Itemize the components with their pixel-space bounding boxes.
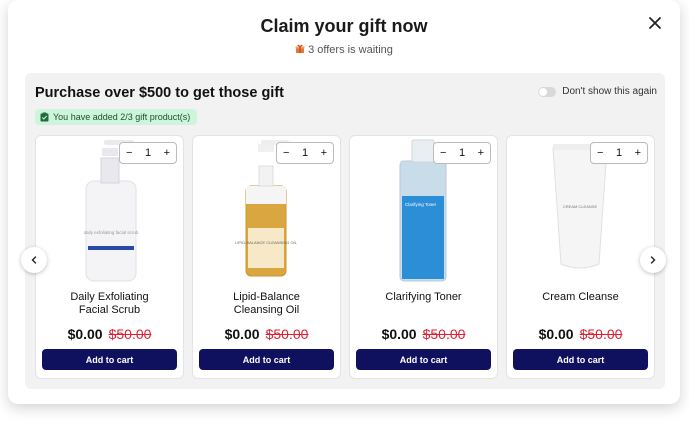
product-name: Daily Exfoliating Facial Scrub [36, 291, 183, 317]
product-name: Clarifying Toner [350, 291, 497, 304]
quantity-value: 1 [615, 147, 623, 159]
chevron-right-icon [650, 256, 656, 264]
quantity-stepper[interactable]: − 1 + [590, 142, 648, 164]
price-row: $0.00 $50.00 [350, 326, 497, 342]
product-name: Lipid-Balance Cleansing Oil [193, 291, 340, 317]
increment-button[interactable]: + [164, 147, 170, 159]
quantity-value: 1 [301, 147, 309, 159]
gift-icon [295, 44, 305, 53]
panel-heading: Purchase over $500 to get those gift [35, 85, 284, 101]
clipboard-check-icon [40, 112, 49, 122]
original-price: $50.00 [265, 326, 309, 342]
close-icon[interactable] [646, 14, 664, 32]
product-name-line2: Facial Scrub [78, 304, 141, 316]
product-name-line1: Cream Cleanse [542, 291, 619, 303]
decrement-button[interactable]: − [283, 147, 289, 159]
bottle-label: CREAM CLEANSE [563, 204, 598, 209]
add-to-cart-button[interactable]: Add to cart [199, 349, 334, 370]
product-card: daily exfoliating facial scrub − 1 + Dai… [35, 135, 184, 379]
add-to-cart-button[interactable]: Add to cart [42, 349, 177, 370]
add-to-cart-button[interactable]: Add to cart [513, 349, 648, 370]
product-card: CREAM CLEANSE − 1 + Cream Cleanse $0.00 $… [506, 135, 655, 379]
quantity-stepper[interactable]: − 1 + [119, 142, 177, 164]
sale-price: $0.00 [381, 326, 417, 342]
dont-show-toggle[interactable]: Don't show this again [538, 86, 657, 97]
increment-button[interactable]: + [321, 147, 327, 159]
product-name-line1: Lipid-Balance [233, 291, 300, 303]
price-row: $0.00 $50.00 [193, 326, 340, 342]
sale-price: $0.00 [67, 326, 103, 342]
gift-count-badge: You have added 2/3 gift product(s) [35, 109, 198, 125]
product-name-line2: Cleansing Oil [233, 304, 300, 316]
price-row: $0.00 $50.00 [507, 326, 654, 342]
decrement-button[interactable]: − [440, 147, 446, 159]
gift-modal: Claim your gift now 3 offers is waiting … [8, 0, 680, 404]
dont-show-label: Don't show this again [562, 86, 657, 97]
product-card: LIPID-BALANCE CLEANSING OIL − 1 + Lipid-… [192, 135, 341, 379]
carousel-next-button[interactable] [640, 247, 666, 273]
modal-title: Claim your gift now [260, 16, 428, 36]
carousel-prev-button[interactable] [21, 247, 47, 273]
sale-price: $0.00 [538, 326, 574, 342]
offers-subtitle: 3 offers is waiting [8, 44, 680, 56]
price-row: $0.00 $50.00 [36, 326, 183, 342]
quantity-value: 1 [458, 147, 466, 159]
sale-price: $0.00 [224, 326, 260, 342]
product-name-line1: Clarifying Toner [385, 291, 462, 303]
quantity-stepper[interactable]: − 1 + [433, 142, 491, 164]
gift-panel: Purchase over $500 to get those gift Don… [25, 73, 665, 389]
product-card: Clarifying Toner − 1 + Clarifying Toner … [349, 135, 498, 379]
quantity-stepper[interactable]: − 1 + [276, 142, 334, 164]
badge-text: You have added 2/3 gift product(s) [53, 112, 191, 122]
product-name-line1: Daily Exfoliating [70, 291, 149, 303]
bottle-label: Clarifying Toner [405, 202, 437, 207]
increment-button[interactable]: + [635, 147, 641, 159]
original-price: $50.00 [579, 326, 623, 342]
product-name: Cream Cleanse [507, 291, 654, 304]
original-price: $50.00 [422, 326, 466, 342]
increment-button[interactable]: + [478, 147, 484, 159]
chevron-left-icon [31, 256, 37, 264]
add-to-cart-button[interactable]: Add to cart [356, 349, 491, 370]
original-price: $50.00 [108, 326, 152, 342]
decrement-button[interactable]: − [126, 147, 132, 159]
bottle-label: daily exfoliating facial scrub [84, 230, 139, 235]
bottle-label: LIPID-BALANCE CLEANSING OIL [235, 240, 298, 245]
offers-text: 3 offers is waiting [308, 44, 393, 56]
quantity-value: 1 [144, 147, 152, 159]
decrement-button[interactable]: − [597, 147, 603, 159]
toggle-switch[interactable] [538, 86, 557, 97]
